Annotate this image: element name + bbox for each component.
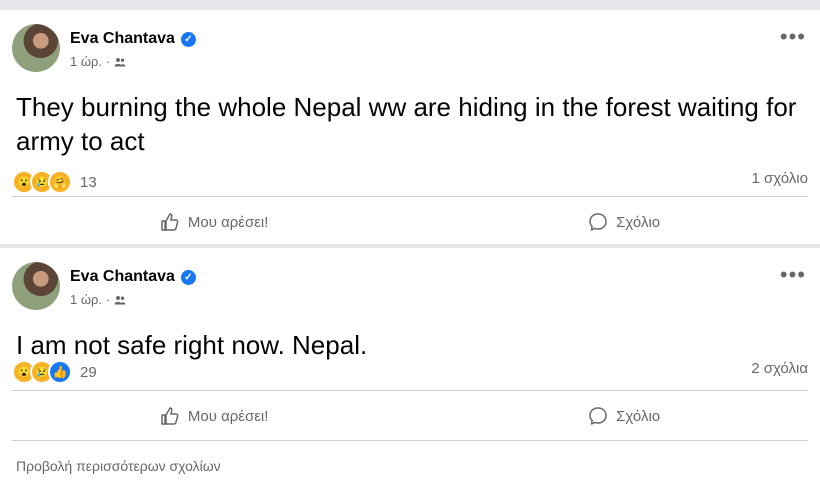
author-row: Eva Chantava ✓ (70, 30, 196, 48)
comment-label: Σχόλιο (616, 213, 661, 231)
post-timestamp[interactable]: 1 ώρ. · (70, 292, 110, 307)
divider (12, 196, 808, 197)
more-options-icon[interactable]: ••• (780, 264, 806, 286)
reaction-emoji-stack: 😮 😢 👍 (12, 360, 72, 384)
action-bar: Μου αρέσει! Σχόλιο (0, 206, 820, 238)
reaction-emoji-stack: 😮 😢 🤗 (12, 170, 72, 194)
verified-badge-icon: ✓ (180, 269, 196, 285)
post-card: Eva Chantava ✓ 1 ώρ. · ••• I am not safe… (0, 248, 820, 480)
comment-button[interactable]: Σχόλιο (548, 400, 700, 432)
comment-count[interactable]: 2 σχόλια (751, 360, 808, 377)
author-row: Eva Chantava ✓ (70, 268, 196, 286)
verified-badge-icon: ✓ (180, 31, 196, 47)
action-bar: Μου αρέσει! Σχόλιο (0, 400, 820, 432)
post-text: I am not safe right now. Nepal. (16, 330, 368, 360)
like-thumb-icon (161, 407, 179, 425)
friends-audience-icon (114, 57, 126, 66)
like-label: Μου αρέσει! (187, 407, 269, 425)
post-text: They burning the whole Nepal ww are hidi… (16, 92, 797, 156)
view-more-comments-link[interactable]: Προβολή περισσότερων σχολίων (16, 458, 221, 474)
reactions-summary[interactable]: 😮 😢 👍 29 (12, 360, 97, 384)
comment-button[interactable]: Σχόλιο (548, 206, 700, 238)
author-name[interactable]: Eva Chantava (70, 30, 175, 48)
reactions-summary[interactable]: 😮 😢 🤗 13 (12, 170, 97, 194)
reaction-count: 29 (80, 363, 97, 381)
comment-bubble-icon (589, 213, 607, 231)
like-thumb-icon (161, 213, 179, 231)
post-timestamp[interactable]: 1 ώρ. · (70, 54, 110, 69)
comment-count[interactable]: 1 σχόλιο (752, 170, 808, 187)
divider (12, 390, 808, 391)
post-card: Eva Chantava ✓ 1 ώρ. · ••• They burning … (0, 10, 820, 244)
like-button[interactable]: Μου αρέσει! (120, 206, 309, 238)
comment-bubble-icon (589, 407, 607, 425)
like-button[interactable]: Μου αρέσει! (120, 400, 309, 432)
more-options-icon[interactable]: ••• (780, 26, 806, 48)
post-meta: 1 ώρ. · (70, 54, 126, 69)
avatar[interactable] (12, 24, 60, 72)
friends-audience-icon (114, 295, 126, 304)
like-label: Μου αρέσει! (187, 213, 269, 231)
care-icon: 🤗 (48, 170, 72, 194)
like-icon: 👍 (48, 360, 72, 384)
reaction-count: 13 (80, 173, 97, 191)
author-name[interactable]: Eva Chantava (70, 268, 175, 286)
post-meta: 1 ώρ. · (70, 292, 126, 307)
avatar[interactable] (12, 262, 60, 310)
comment-label: Σχόλιο (616, 407, 661, 425)
divider (12, 440, 808, 441)
